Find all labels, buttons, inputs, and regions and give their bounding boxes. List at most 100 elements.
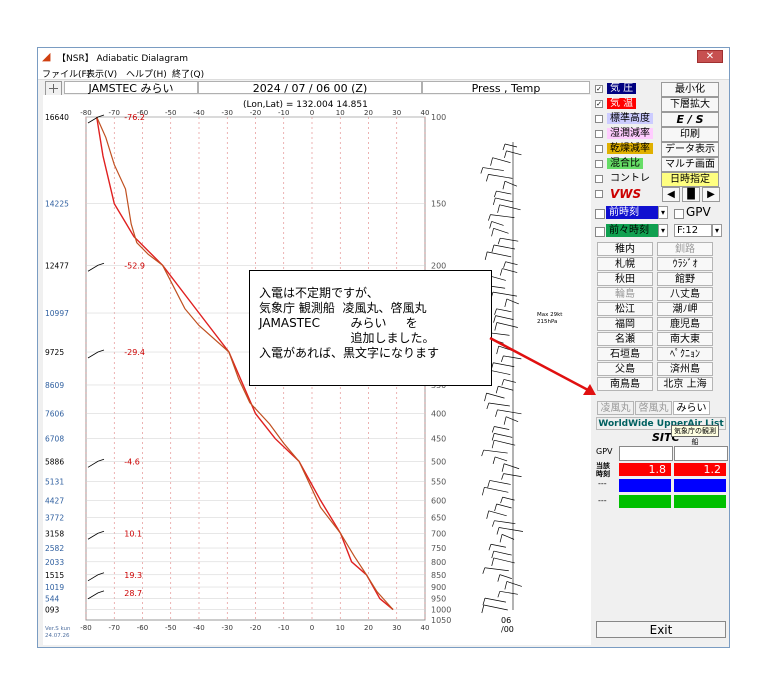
- wind-barb: [496, 503, 512, 509]
- station-button[interactable]: 釧路: [657, 242, 713, 256]
- ship-tab[interactable]: みらい: [673, 401, 710, 415]
- wind-barb-flag: [488, 544, 492, 551]
- prev2-select[interactable]: 前々時刻: [606, 224, 658, 237]
- x-tick-bottom: -40: [193, 624, 204, 632]
- layer-check-2[interactable]: 標準高度: [594, 112, 656, 126]
- prev1-select[interactable]: 前時刻: [606, 206, 658, 219]
- station-button[interactable]: 鹿児島: [657, 317, 713, 331]
- pressure-label: 100: [431, 113, 446, 122]
- wind-barb: [493, 362, 515, 368]
- wind-barb: [499, 590, 518, 595]
- crosshair-button[interactable]: [45, 81, 62, 96]
- station-button[interactable]: 秋田: [597, 272, 653, 286]
- stop-frame-icon[interactable]: ▐▌: [682, 187, 700, 202]
- layer-check-1[interactable]: ✓ 気 温: [594, 97, 656, 111]
- prev1-checkbox[interactable]: [595, 209, 605, 219]
- dropdown-arrow-icon[interactable]: ▾: [658, 224, 668, 237]
- station-button[interactable]: 館野: [657, 272, 713, 286]
- x-tick-bottom: -70: [109, 624, 120, 632]
- exit-button[interactable]: Exit: [596, 621, 726, 638]
- gpv-checkbox[interactable]: [674, 209, 684, 219]
- x-tick-top: -10: [278, 109, 289, 117]
- max-wind-level: 215hPa: [537, 319, 557, 325]
- wind-barb-flag: [494, 308, 497, 315]
- ship-tab[interactable]: 啓風丸: [635, 401, 672, 415]
- layer-check-7[interactable]: VWS: [594, 187, 656, 201]
- wind-barb: [503, 355, 522, 360]
- ship-tab[interactable]: 凌風丸: [597, 401, 634, 415]
- station-button[interactable]: 札幌: [597, 257, 653, 271]
- station-button[interactable]: 北京 上海: [657, 377, 713, 391]
- station-button[interactable]: 八丈島: [657, 287, 713, 301]
- panel-button-0[interactable]: 最小化: [661, 82, 719, 97]
- menu-help[interactable]: ヘルプ(H): [126, 67, 167, 80]
- menu-view[interactable]: 表示(V): [86, 67, 117, 80]
- dash-label: ---: [598, 479, 607, 488]
- panel-button-5[interactable]: マルチ画面: [661, 157, 719, 172]
- prev-frame-icon[interactable]: ◀: [662, 187, 680, 202]
- station-button[interactable]: 済州島: [657, 362, 713, 376]
- checkbox-icon[interactable]: ✓: [595, 85, 603, 93]
- checkbox-icon[interactable]: [595, 130, 603, 138]
- panel-button-4[interactable]: データ表示: [661, 142, 719, 157]
- info-popup: 入電は不定期ですが、 気象庁 観測船 凌風丸、啓風丸 JAMASTEC みらい …: [249, 270, 492, 386]
- x-tick-bottom: -30: [222, 624, 233, 632]
- station-button[interactable]: 松江: [597, 302, 653, 316]
- station-button[interactable]: 南大東: [657, 332, 713, 346]
- station-button[interactable]: 輪島: [597, 287, 653, 301]
- checkbox-icon[interactable]: [595, 190, 603, 198]
- gpv-field-right[interactable]: [674, 446, 728, 461]
- station-button[interactable]: 石垣島: [597, 347, 653, 361]
- checkbox-icon[interactable]: [595, 160, 603, 168]
- plot-mode: Press , Temp: [422, 81, 590, 95]
- wind-barb: [492, 291, 517, 297]
- station-button[interactable]: 父島: [597, 362, 653, 376]
- pressure-label: 150: [431, 200, 446, 209]
- station-button[interactable]: ﾍﾟｸﾆｮﾝ: [657, 347, 713, 361]
- dash-label: ---: [598, 496, 607, 505]
- panel-button-2[interactable]: E / S: [661, 112, 719, 127]
- pressure-label: 850: [431, 571, 446, 580]
- layer-check-label: VWS: [607, 187, 645, 201]
- dropdown-arrow-icon[interactable]: ▾: [712, 224, 722, 237]
- checkbox-icon[interactable]: [595, 115, 603, 123]
- next-frame-icon[interactable]: ▶: [702, 187, 720, 202]
- station-button[interactable]: 稚内: [597, 242, 653, 256]
- panel-button-1[interactable]: 下層拡大: [661, 97, 719, 112]
- station-button[interactable]: 潮ﾉ岬: [657, 302, 713, 316]
- checkbox-icon[interactable]: [595, 145, 603, 153]
- checkbox-icon[interactable]: [595, 175, 603, 183]
- wind-barb-flag: [490, 157, 493, 166]
- panel-button-3[interactable]: 印刷: [661, 127, 719, 142]
- layer-check-4[interactable]: 乾燥減率: [594, 142, 656, 156]
- panel-button-6[interactable]: 日時指定: [661, 172, 719, 187]
- station-button[interactable]: 南鳥島: [597, 377, 653, 391]
- station-button[interactable]: 名瀬: [597, 332, 653, 346]
- observation-date: 2024 / 07 / 06 00 (Z): [198, 81, 422, 95]
- height-label: 1515: [45, 571, 64, 580]
- dropdown-arrow-icon[interactable]: ▾: [658, 206, 668, 219]
- wind-barb-flag: [493, 315, 496, 323]
- layer-check-3[interactable]: 湿潤減率: [594, 127, 656, 141]
- menu-quit[interactable]: 終了(Q): [172, 67, 204, 80]
- prev2-checkbox[interactable]: [595, 227, 605, 237]
- forecast-select[interactable]: F:12: [674, 224, 712, 237]
- layer-check-6[interactable]: コントレール: [594, 172, 656, 198]
- close-button[interactable]: ✕: [697, 50, 723, 63]
- wind-barb: [498, 385, 514, 391]
- checkbox-icon[interactable]: ✓: [595, 100, 603, 108]
- wind-barb-flag: [486, 510, 490, 519]
- layer-check-5[interactable]: 混合比: [594, 157, 656, 171]
- station-button[interactable]: ｳﾗｼﾞｵ: [657, 257, 713, 271]
- x-tick-top: 40: [421, 109, 430, 117]
- wind-barb: [501, 534, 515, 540]
- menu-file[interactable]: ファイル(F): [42, 67, 90, 80]
- pressure-label: 650: [431, 513, 446, 522]
- layer-check-0[interactable]: ✓ 気 圧: [594, 82, 656, 96]
- wind-barb: [491, 338, 504, 344]
- station-button[interactable]: 福岡: [597, 317, 653, 331]
- gpv-field-left[interactable]: [619, 446, 673, 461]
- wind-barb: [498, 345, 514, 352]
- wind-barb: [495, 315, 514, 320]
- height-label: 4427: [45, 496, 64, 505]
